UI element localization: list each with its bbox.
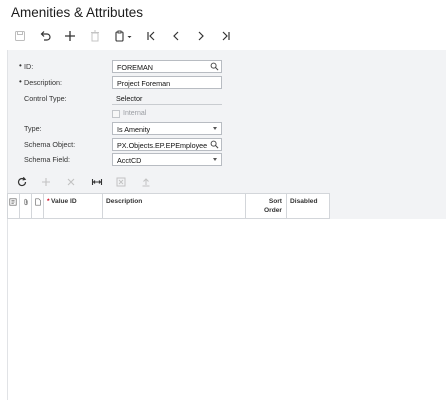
grid-header: * Value ID Description Sort Order Disabl… [7, 193, 330, 219]
previous-record-icon[interactable] [168, 28, 184, 44]
control-type-label: Control Type: [24, 94, 67, 103]
description-label: Description: [24, 78, 62, 87]
schema-field-row: Schema Field: AcctCD [8, 153, 446, 169]
search-icon[interactable] [210, 140, 219, 149]
search-icon[interactable] [210, 62, 219, 71]
id-value: FOREMAN [117, 63, 153, 72]
fit-columns-icon[interactable] [90, 175, 104, 189]
grid-body [7, 219, 446, 400]
chevron-down-icon [213, 158, 217, 161]
values-grid: * Value ID Description Sort Order Disabl… [7, 193, 446, 400]
chevron-down-icon [213, 127, 217, 130]
type-dropdown[interactable]: Is Amenity [112, 122, 222, 135]
refresh-icon[interactable] [15, 175, 29, 189]
note-icon [35, 198, 41, 206]
add-row-icon[interactable] [39, 175, 53, 189]
internal-checkbox[interactable] [112, 110, 120, 118]
description-row: • Description: Project Foreman [8, 76, 446, 92]
id-label: ID: [24, 62, 34, 71]
delete-icon[interactable] [87, 28, 103, 44]
id-row: • ID: FOREMAN [8, 60, 446, 76]
last-record-icon[interactable] [218, 28, 234, 44]
control-type-value: Selector [112, 92, 222, 105]
schema-object-value: PX.Objects.EP.EPEmployee [117, 141, 208, 150]
type-value: Is Amenity [117, 125, 151, 134]
column-value-id-label: Value ID [51, 198, 77, 205]
description-value: Project Foreman [117, 79, 171, 88]
id-selector-field[interactable]: FOREMAN [112, 60, 222, 73]
type-row: Type: Is Amenity [8, 122, 446, 138]
save-icon[interactable] [12, 28, 28, 44]
description-field[interactable]: Project Foreman [112, 76, 222, 89]
grid-toolbar [1, 175, 446, 189]
column-description-label: Description [106, 198, 143, 205]
add-icon[interactable] [62, 28, 78, 44]
column-value-id[interactable]: * Value ID [44, 194, 103, 218]
upload-icon[interactable] [139, 175, 153, 189]
schema-object-selector-field[interactable]: PX.Objects.EP.EPEmployee [112, 138, 222, 151]
column-sort-order-label-1: Sort [268, 198, 282, 205]
column-disabled[interactable]: Disabled [287, 194, 329, 218]
column-disabled-label: Disabled [290, 198, 318, 205]
column-sort-order[interactable]: Sort Order [246, 194, 287, 218]
main-toolbar [0, 26, 446, 46]
required-marker: • [19, 61, 22, 70]
internal-label: Internal [123, 110, 147, 117]
schema-field-value: AcctCD [117, 156, 142, 165]
row-selector-column[interactable] [8, 194, 20, 218]
type-label: Type: [24, 124, 42, 133]
undo-icon[interactable] [37, 28, 53, 44]
page-title: Amenities & Attributes [11, 5, 144, 20]
attachment-column[interactable] [20, 194, 32, 218]
required-marker: • [19, 77, 22, 86]
column-description[interactable]: Description [103, 194, 246, 218]
first-record-icon[interactable] [143, 28, 159, 44]
schema-field-label: Schema Field: [24, 155, 70, 164]
schema-object-label: Schema Object: [24, 140, 76, 149]
schema-field-dropdown[interactable]: AcctCD [112, 153, 222, 166]
required-star: * [47, 198, 50, 205]
control-type-row: Control Type: Selector [8, 92, 446, 108]
row-selector-icon [9, 198, 17, 206]
export-excel-icon[interactable] [114, 175, 128, 189]
column-sort-order-label-2: Order [264, 207, 282, 214]
next-record-icon[interactable] [193, 28, 209, 44]
paperclip-icon [24, 198, 28, 206]
delete-row-icon[interactable] [64, 175, 78, 189]
schema-object-row: Schema Object: PX.Objects.EP.EPEmployee [8, 138, 446, 154]
copy-paste-icon[interactable] [113, 28, 135, 44]
note-column[interactable] [32, 194, 44, 218]
